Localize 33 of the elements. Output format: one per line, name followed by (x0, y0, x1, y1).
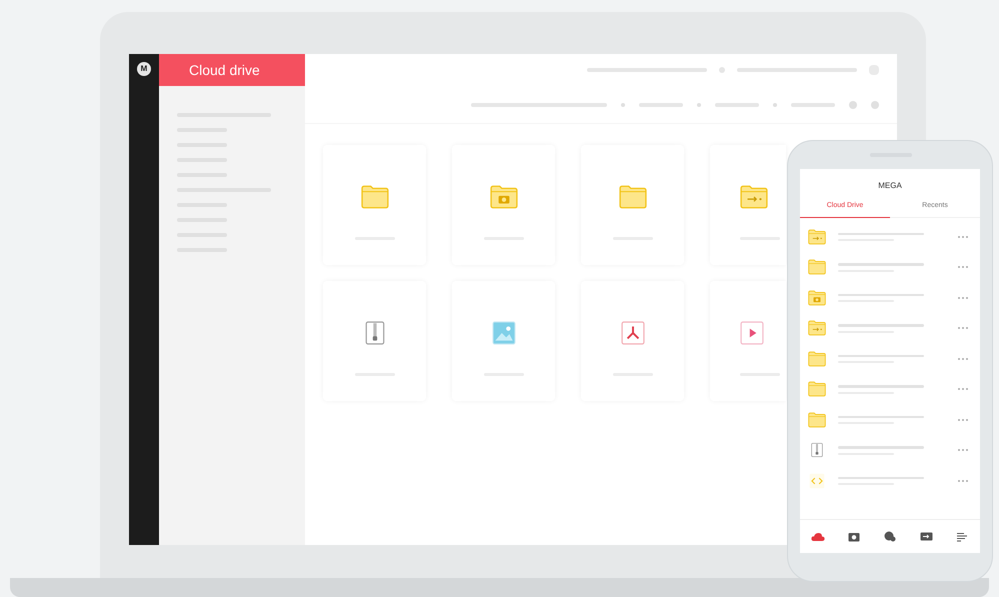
menu-icon (956, 532, 968, 542)
file-tile[interactable] (323, 145, 426, 265)
file-tile[interactable] (581, 281, 684, 401)
zip-file-icon (364, 320, 384, 344)
folder-icon (360, 184, 388, 208)
app-title: MEGA (878, 180, 902, 192)
zip-file-icon (811, 442, 823, 458)
folder-icon (618, 184, 646, 208)
pdf-file-icon (620, 320, 644, 344)
shared-folder-icon (808, 228, 826, 245)
file-tile[interactable] (710, 281, 786, 401)
app-logo: M (137, 62, 151, 76)
folder-icon (808, 381, 826, 398)
file-tile[interactable] (710, 145, 786, 265)
camera-folder-icon (808, 290, 826, 306)
shared-folder-icon (740, 184, 768, 208)
code-file-icon (808, 472, 826, 489)
camera-folder-icon (490, 184, 518, 208)
shared-folder-icon (808, 320, 826, 336)
folder-icon (808, 259, 826, 276)
folder-icon (808, 412, 826, 428)
sidebar-header: Cloud drive (159, 54, 305, 86)
shared-items-icon (920, 532, 932, 541)
file-tile[interactable] (452, 145, 555, 265)
image-file-icon (492, 320, 516, 344)
cloud-icon (811, 532, 825, 542)
video-file-icon (740, 320, 764, 344)
chat-icon (884, 531, 896, 542)
camera-icon (848, 532, 860, 542)
file-tile[interactable] (452, 281, 555, 401)
file-tile[interactable] (581, 145, 684, 265)
folder-icon (808, 350, 826, 367)
file-tile[interactable] (323, 281, 426, 401)
